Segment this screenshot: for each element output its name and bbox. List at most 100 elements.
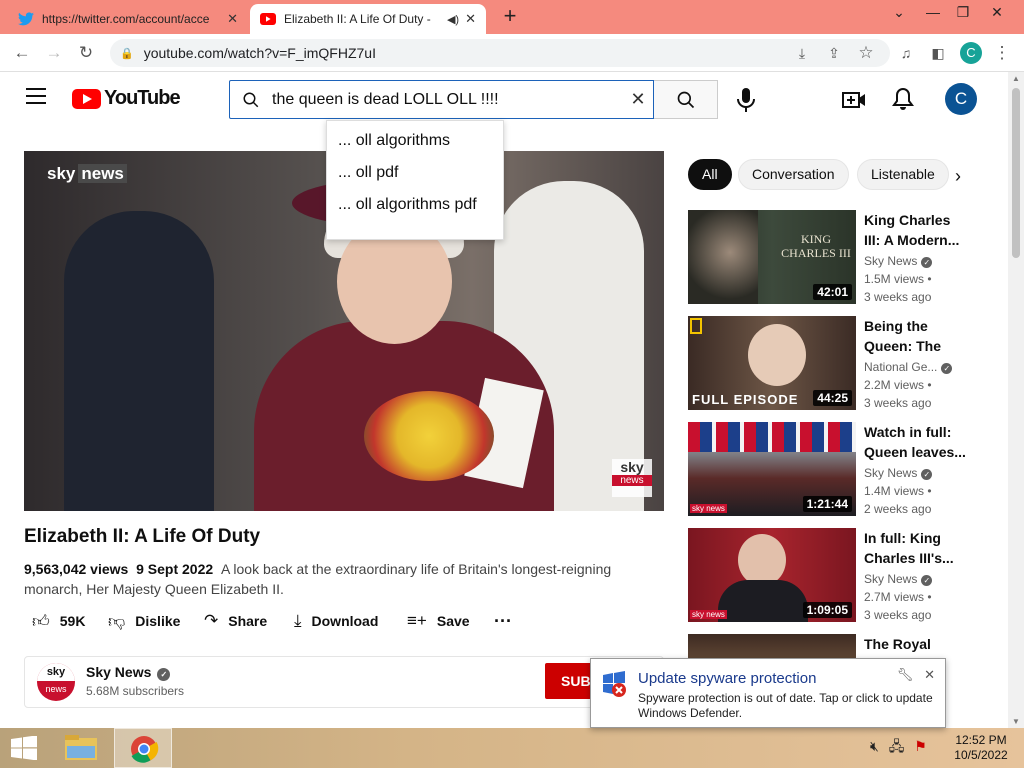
video-thumbnail[interactable]: sky news 1:09:05 bbox=[688, 528, 856, 622]
rec-channel: Sky News ✓ bbox=[864, 254, 968, 268]
chip-listenable[interactable]: Listenable bbox=[857, 159, 949, 190]
tab-twitter[interactable]: https://twitter.com/account/acce ✕ bbox=[8, 4, 248, 34]
chevron-right-icon[interactable]: › bbox=[955, 166, 961, 187]
video-thumbnail[interactable]: FULL EPISODE 44:25 bbox=[688, 316, 856, 410]
share-page-icon[interactable]: ⇪ bbox=[822, 41, 846, 65]
bookmark-star-icon[interactable]: ☆ bbox=[854, 41, 878, 65]
notifications-bell-icon[interactable] bbox=[892, 87, 914, 111]
save-button[interactable]: ≡+ Save bbox=[407, 608, 470, 634]
verified-check-icon: ✓ bbox=[921, 469, 933, 480]
spyware-notification-balloon[interactable]: Update spyware protection Spyware protec… bbox=[590, 658, 946, 728]
youtube-logo[interactable]: YouTube bbox=[72, 87, 181, 110]
address-bar[interactable]: 🔒 youtube.com/watch?v=F_imQFHZ7uI bbox=[110, 39, 890, 67]
url-text: youtube.com/watch?v=F_imQFHZ7uI bbox=[143, 45, 376, 61]
rec-channel-name: National Ge... bbox=[864, 360, 938, 374]
close-window-button[interactable]: ✕ bbox=[980, 2, 1014, 24]
forward-icon[interactable]: → bbox=[42, 41, 66, 65]
share-label: Share bbox=[228, 613, 268, 629]
rec-channel-name: Sky News bbox=[864, 254, 918, 268]
verified-check-icon: ✓ bbox=[921, 575, 933, 586]
more-actions-icon[interactable]: ··· bbox=[494, 608, 512, 634]
close-tab-icon[interactable]: ✕ bbox=[465, 11, 476, 27]
channel-name[interactable]: Sky News ✓ bbox=[86, 664, 171, 681]
profile-avatar[interactable]: C bbox=[960, 42, 982, 64]
scroll-up-icon[interactable]: ▲ bbox=[1012, 74, 1020, 83]
windows-start-icon[interactable] bbox=[10, 736, 38, 760]
media-control-icon[interactable]: ♫ bbox=[894, 41, 918, 65]
chrome-menu-icon[interactable]: ⋮ bbox=[990, 41, 1014, 65]
like-button[interactable]: 👍︎ 59K bbox=[32, 608, 85, 634]
account-avatar[interactable]: C bbox=[945, 83, 977, 115]
youtube-wordmark: YouTube bbox=[104, 87, 181, 109]
verified-check-icon: ✓ bbox=[157, 668, 171, 681]
minimize-button[interactable]: — bbox=[916, 2, 950, 24]
search-suggestion[interactable]: ... oll pdf bbox=[327, 163, 503, 195]
close-tab-icon[interactable]: ✕ bbox=[227, 11, 238, 27]
share-button[interactable]: ↷ Share bbox=[204, 608, 267, 634]
search-button[interactable] bbox=[654, 80, 718, 119]
create-video-icon[interactable] bbox=[842, 89, 866, 111]
security-alert-icon[interactable]: ⚑ bbox=[914, 738, 927, 754]
dislike-label: Dislike bbox=[135, 613, 181, 629]
natgeo-icon bbox=[690, 318, 702, 334]
video-figure-bouquet bbox=[364, 391, 494, 481]
channel-avatar[interactable]: sky news bbox=[37, 663, 75, 701]
install-icon[interactable]: ⤓ bbox=[790, 41, 814, 65]
recommended-video[interactable]: KING CHARLES III 42:01 King Charles III:… bbox=[688, 210, 978, 306]
clear-search-icon[interactable]: ✕ bbox=[623, 89, 653, 110]
new-tab-button[interactable]: + bbox=[497, 4, 523, 30]
search-suggestion[interactable]: ... oll algorithms bbox=[327, 131, 503, 163]
taskbar-file-explorer[interactable] bbox=[52, 728, 110, 768]
notification-body: Spyware protection is out of date. Tap o… bbox=[638, 691, 933, 720]
taskbar-chrome[interactable] bbox=[114, 728, 172, 768]
speaker-muted-icon[interactable]: 🔇︎ bbox=[870, 738, 879, 754]
download-button[interactable]: ⤓ Download bbox=[294, 608, 378, 634]
video-thumbnail[interactable]: KING CHARLES III 42:01 bbox=[688, 210, 856, 304]
tab-youtube[interactable]: Elizabeth II: A Life Of Duty - ◀) ✕ bbox=[250, 4, 486, 34]
verified-check-icon: ✓ bbox=[941, 363, 953, 374]
rec-age: 3 weeks ago bbox=[864, 290, 932, 304]
clock-time: 12:52 PM bbox=[955, 733, 1007, 747]
dislike-button[interactable]: 👎︎ Dislike bbox=[108, 608, 180, 634]
taskbar-clock[interactable]: 12:52 PM 10/5/2022 bbox=[950, 733, 1012, 763]
tab-title: https://twitter.com/account/acce bbox=[42, 12, 210, 26]
rec-views: 1.4M views • bbox=[864, 484, 932, 498]
scroll-down-icon[interactable]: ▼ bbox=[1012, 717, 1020, 726]
rec-views: 2.7M views • bbox=[864, 590, 932, 604]
rec-age: 3 weeks ago bbox=[864, 396, 932, 410]
page-scrollbar[interactable]: ▲ ▼ bbox=[1008, 72, 1024, 728]
clock-date: 10/5/2022 bbox=[954, 748, 1008, 762]
tab-search-icon[interactable]: ⌄ bbox=[882, 2, 916, 24]
rec-title: In full: King Charles III's... bbox=[864, 530, 954, 566]
hamburger-menu-icon[interactable] bbox=[26, 88, 46, 104]
microphone-icon[interactable] bbox=[734, 86, 758, 114]
back-icon[interactable]: ← bbox=[10, 41, 34, 65]
thumb-face bbox=[738, 534, 786, 586]
chip-conversation[interactable]: Conversation bbox=[738, 159, 849, 190]
search-icon bbox=[677, 91, 694, 108]
video-thumbnail[interactable]: sky news 1:21:44 bbox=[688, 422, 856, 516]
recommended-video[interactable]: sky news 1:21:44 Watch in full: Queen le… bbox=[688, 422, 978, 518]
share-arrow-icon: ↷ bbox=[204, 611, 219, 630]
network-icon[interactable]: 🖧 bbox=[889, 738, 905, 754]
settings-wrench-icon[interactable]: 🔧︎ bbox=[897, 667, 914, 682]
video-duration: 44:25 bbox=[813, 390, 852, 406]
chip-all[interactable]: All bbox=[688, 159, 732, 190]
search-suggestion[interactable]: ... oll algorithms pdf bbox=[327, 195, 503, 227]
audio-playing-icon[interactable]: ◀) bbox=[447, 13, 459, 26]
close-notification-icon[interactable]: ✕ bbox=[924, 667, 935, 682]
video-figure-left bbox=[64, 211, 214, 511]
search-input[interactable]: the queen is dead LOLL OLL !!!! ✕ bbox=[229, 80, 654, 119]
restore-button[interactable]: ❐ bbox=[946, 2, 980, 24]
video-description-box[interactable]: 9,563,042 views 9 Sept 2022 A look back … bbox=[24, 559, 664, 599]
rec-views-text: 2.7M views bbox=[864, 590, 925, 604]
rec-views-text: 1.4M views bbox=[864, 484, 925, 498]
sky-news-corner-bug: sky news bbox=[612, 459, 652, 497]
side-panel-icon[interactable]: ◧ bbox=[926, 41, 950, 65]
reload-icon[interactable]: ↻ bbox=[74, 41, 98, 65]
rec-title: King Charles III: A Modern... bbox=[864, 212, 960, 248]
recommended-video[interactable]: FULL EPISODE 44:25 Being the Queen: The … bbox=[688, 316, 978, 412]
scrollbar-thumb[interactable] bbox=[1012, 88, 1020, 258]
recommended-video[interactable]: sky news 1:09:05 In full: King Charles I… bbox=[688, 528, 978, 624]
download-icon: ⤓ bbox=[294, 611, 302, 630]
